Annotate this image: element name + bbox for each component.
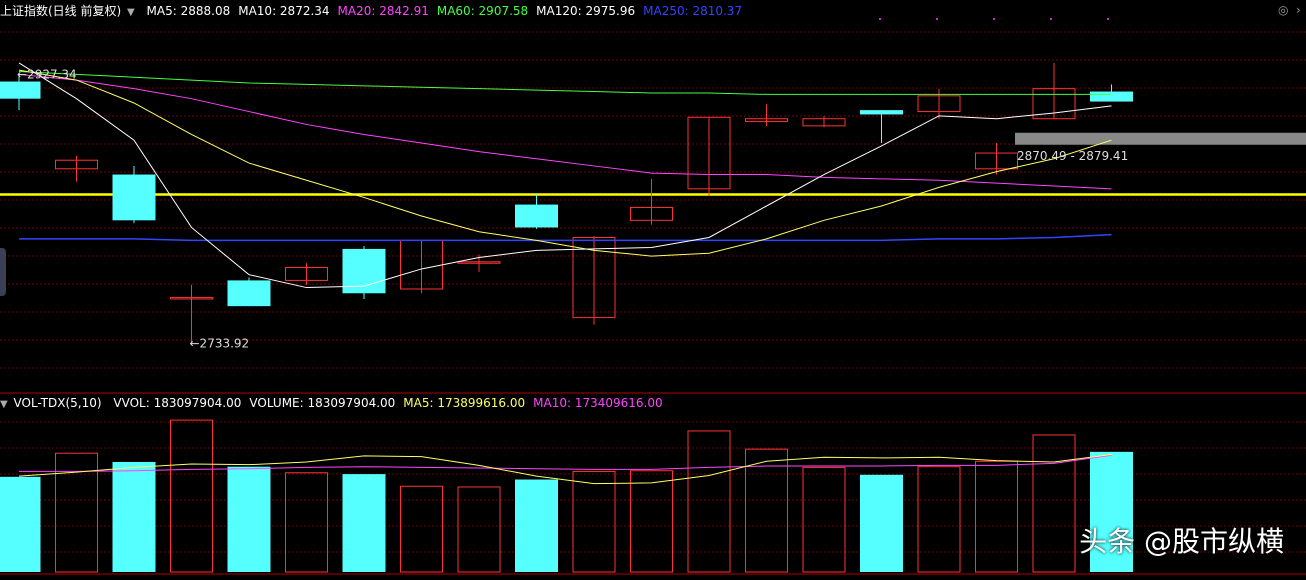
watermark: 头条 @股市纵横 [1079,525,1284,558]
candle-body-down [1090,91,1133,102]
ma-legend-item-5: MA250: 2810.37 [643,4,743,18]
kline-chart[interactable]: ←2927.34 ←2733.92 2870.49 - 2879.41 [0,0,1306,576]
volume-legend-item-3: MA10: 173409616.00 [533,396,663,410]
volume-bar-up [802,466,846,573]
volume-bar-down [860,474,903,572]
volume-bar-down [0,476,41,572]
volume-legend-item-1: VOLUME: 183097904.00 [249,396,396,410]
high-price-annotation: ←2927.34 [17,68,77,82]
volume-bar-up [745,448,788,573]
volume-legend-item-0: VVOL: 183097904.00 [113,396,242,410]
ma250-line [19,233,1112,242]
volume-bar-up [687,430,731,573]
volume-bar-up [917,466,961,573]
price-header: 上证指数(日线 前复权) ▼ MA5: 2888.08 MA10: 2872.34… [0,1,758,21]
candle-body-down [112,174,156,221]
volume-bar-up [572,470,616,573]
volume-legend-item-2: MA5: 173899616.00 [403,396,526,410]
range-highlight-bar [1015,132,1306,145]
volume-legend: VVOL: 183097904.00 VOLUME: 183097904.00 MA… [113,396,670,410]
volume-bar-up [630,470,673,573]
volume-bar-up [400,485,443,573]
volume-bar-up [1032,434,1076,573]
side-drag-handle[interactable] [0,248,6,296]
volume-dropdown-icon[interactable]: ▼ [0,399,8,410]
low-price-annotation: ←2733.92 [190,337,250,351]
ma-legend-item-4: MA120: 2975.96 [536,4,636,18]
header-dropdown-icon[interactable]: ▼ [127,7,135,18]
volume-bar-down [112,461,156,572]
signal-marker [936,18,938,20]
signal-marker [993,18,995,20]
volume-bar-down [515,479,558,572]
ma-legend-item-0: MA5: 2888.08 [146,4,231,18]
volume-title: VOL-TDX(5,10) [13,396,102,410]
ma-legend-item-2: MA20: 2842.91 [337,4,429,18]
volume-bar-up [975,460,1018,573]
volume-header: ▼ VOL-TDX(5,10) VVOL: 183097904.00 VOLUME… [0,393,679,413]
ma5-line [18,62,1112,289]
candle-body-down [0,81,41,99]
ma-legend-item-3: MA60: 2907.58 [436,4,529,18]
ma60-line [18,71,1112,95]
volume-bar-up [170,419,213,573]
index-title: 上证指数(日线 前复权) [0,4,122,18]
ma-legend: MA5: 2888.08 MA10: 2872.34 MA20: 2842.91 MA… [147,4,751,18]
volume-bar-down [227,466,271,572]
expand-icon[interactable]: › [1296,3,1301,17]
range-annotation: 2870.49 - 2879.41 [1017,149,1128,163]
signal-marker [1050,18,1052,20]
candle-body-down [515,204,558,228]
volume-bar-up [285,472,328,573]
candle-body-down [227,280,271,307]
volume-bar-down [342,474,386,572]
ma-legend-item-1: MA10: 2872.34 [238,4,330,18]
signal-marker [879,18,881,20]
candle-body-down [860,110,903,115]
restore-icon[interactable]: ◎ [1278,3,1288,17]
signal-marker [1107,18,1109,20]
chart-stage[interactable]: ←2927.34 ←2733.92 2870.49 - 2879.41 上证指数(日… [0,0,1306,576]
